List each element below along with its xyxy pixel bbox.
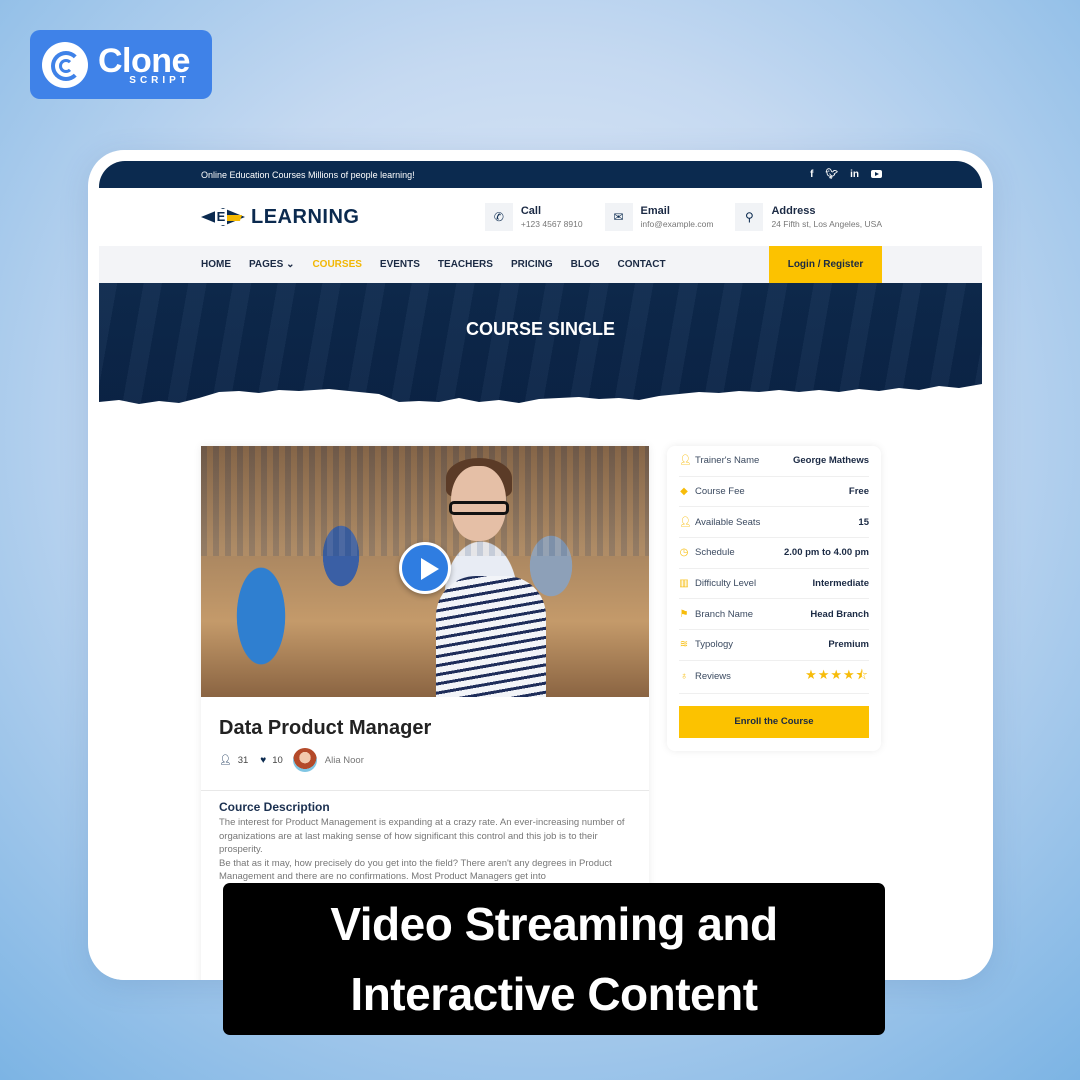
page-title: COURSE SINGLE [465, 319, 616, 339]
login-register-button[interactable]: Login / Register [769, 246, 882, 283]
map-pin-icon: ⚲ [735, 203, 764, 231]
nav-blog[interactable]: BLOG [571, 259, 600, 270]
browser-frame: Online Education Courses Millions of peo… [88, 150, 993, 980]
play-button-icon[interactable] [399, 542, 451, 594]
layers-icon: ≋ [679, 639, 689, 651]
clock-icon: ◷ [679, 547, 689, 559]
rating-stars-icon: ★★★★⯪ [805, 666, 869, 682]
course-title: Data Product Manager [219, 717, 432, 739]
info-row-branch: ⚑ Branch Name Head Branch [679, 599, 869, 631]
social-links: f 🐦︎ in [810, 169, 882, 180]
email-address[interactable]: info@example.com [641, 219, 714, 229]
description-text: The interest for Product Management is e… [219, 817, 625, 882]
contact-info: ✆ Call +123 4567 8910 ✉ Email info@example… [484, 203, 882, 231]
torn-edge-decoration [99, 384, 982, 410]
feature-caption: Video Streaming and Interactive Content [223, 883, 885, 1035]
contact-email: ✉ Email info@example.com [604, 203, 714, 231]
twitter-icon[interactable]: 🐦︎ [825, 169, 838, 180]
caption-line-2: Interactive Content [350, 968, 758, 1020]
course-meta: 👤︎ 31 ♥ 10 Alia Noor [219, 748, 649, 772]
author-name[interactable]: Alia Noor [325, 755, 364, 766]
caption-line-1: Video Streaming and [330, 898, 778, 950]
top-bar: Online Education Courses Millions of peo… [99, 161, 982, 188]
nav-events[interactable]: EVENTS [380, 259, 420, 270]
phone-number[interactable]: +123 4567 8910 [521, 219, 583, 229]
tag-icon: ◆ [680, 486, 688, 498]
user-icon: 👤︎ [219, 754, 232, 766]
enroll-course-button[interactable]: Enroll the Course [679, 705, 869, 738]
graduation-cap-icon: E [201, 206, 245, 228]
contact-address: ⚲ Address 24 Fifth st, Los Angeles, USA [735, 203, 882, 231]
student-count: 31 [237, 754, 249, 766]
brand-name: Clone [98, 41, 190, 80]
envelope-icon: ✉ [604, 203, 633, 231]
divider [201, 790, 649, 791]
nav-home[interactable]: HOME [201, 259, 231, 270]
nav-contact[interactable]: CONTACT [618, 259, 666, 270]
award-icon: ♁ [680, 671, 688, 683]
clonescript-badge: Clone SCRIPT [30, 30, 212, 99]
youtube-icon[interactable] [871, 170, 882, 178]
like-count: 10 [272, 754, 283, 766]
bar-chart-icon: ▥ [679, 578, 689, 590]
clonescript-logo-icon [42, 41, 88, 88]
main-nav: HOME PAGES ⌄ COURSES EVENTS TEACHERS PRI… [99, 246, 982, 283]
phone-icon: ✆ [484, 203, 513, 231]
info-row-typology: ≋ Typology Premium [679, 630, 869, 661]
site-logo[interactable]: E LEARNING [201, 206, 359, 229]
description-heading: Cource Description [219, 800, 330, 814]
nav-teachers[interactable]: TEACHERS [438, 259, 493, 270]
nav-pages[interactable]: PAGES ⌄ [249, 259, 294, 270]
author-avatar[interactable] [292, 748, 317, 772]
info-row-trainer: 👤︎ Trainer's Name George Mathews [679, 446, 869, 477]
site-header: E LEARNING ✆ Call +123 4567 8910 ✉ Email i… [99, 188, 982, 246]
heart-icon[interactable]: ♥ [260, 755, 266, 766]
course-video-player[interactable] [201, 446, 649, 697]
info-row-fee: ◆ Course Fee Free [679, 477, 869, 508]
user-icon: 👤︎ [679, 455, 692, 467]
tagline: Online Education Courses Millions of peo… [201, 169, 415, 180]
address: 24 Fifth st, Los Angeles, USA [771, 219, 882, 229]
chevron-down-icon: ⌄ [286, 259, 295, 270]
library-background [201, 446, 649, 556]
user-icon: 👤︎ [679, 516, 692, 528]
nav-pricing[interactable]: PRICING [511, 259, 553, 270]
flag-icon: ⚑ [679, 608, 689, 620]
logo-text: LEARNING [251, 205, 360, 228]
info-row-schedule: ◷ Schedule 2.00 pm to 4.00 pm [679, 538, 869, 569]
info-row-seats: 👤︎ Available Seats 15 [679, 507, 869, 539]
facebook-icon[interactable]: f [810, 169, 813, 180]
course-info-card: 👤︎ Trainer's Name George Mathews ◆ Course … [667, 446, 881, 751]
linkedin-icon[interactable]: in [850, 169, 859, 180]
nav-courses[interactable]: COURSES [312, 259, 361, 270]
info-row-reviews: ♁ Reviews ★★★★⯪ [679, 661, 869, 694]
info-row-difficulty: ▥ Difficulty Level Intermediate [679, 569, 869, 600]
website: Online Education Courses Millions of peo… [99, 161, 982, 980]
contact-call: ✆ Call +123 4567 8910 [484, 203, 583, 231]
page-hero: COURSE SINGLE [99, 283, 982, 410]
